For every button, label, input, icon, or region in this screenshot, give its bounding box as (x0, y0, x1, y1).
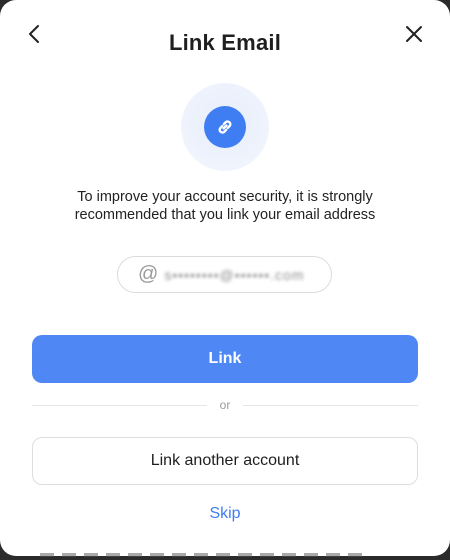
link-another-account-button[interactable]: Link another account (32, 437, 418, 485)
divider-line-left (32, 404, 207, 406)
link-button[interactable]: Link (32, 335, 418, 383)
link-illustration (181, 83, 269, 171)
email-field[interactable]: @ s••••••••@••••••.com (117, 256, 332, 293)
description-text: To improve your account security, it is … (74, 189, 376, 223)
link-icon (204, 106, 246, 148)
skip-link[interactable]: Skip (0, 505, 450, 523)
email-value: s••••••••@••••••.com (164, 266, 305, 283)
background-content (40, 553, 370, 557)
link-email-dialog: Link Email To improve your account secur… (0, 0, 450, 556)
close-icon (406, 26, 422, 42)
at-sign-icon: @ (138, 263, 159, 285)
dialog-title: Link Email (168, 30, 282, 55)
or-divider: or (32, 396, 419, 414)
divider-label: or (219, 398, 231, 412)
close-button[interactable] (400, 20, 428, 48)
divider-line-right (243, 404, 419, 406)
